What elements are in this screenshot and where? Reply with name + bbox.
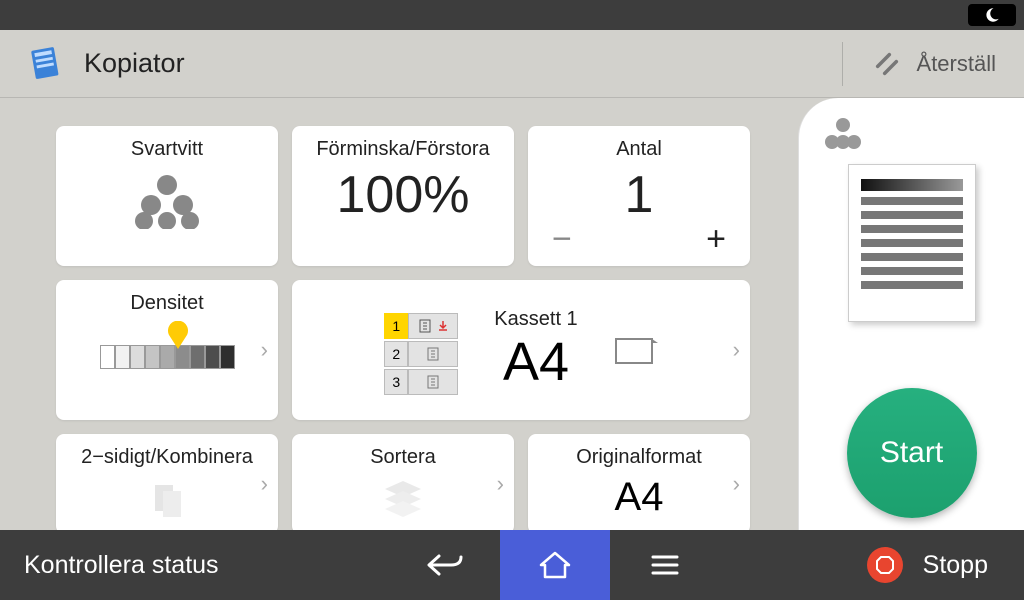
tile-count[interactable]: Antal 1 − + [528, 126, 750, 266]
tile-bw[interactable]: Svartvitt [56, 126, 278, 266]
tile-original[interactable]: Originalformat A4 › [528, 434, 750, 530]
page-title: Kopiator [84, 48, 185, 79]
output-mode-icon[interactable] [821, 116, 865, 154]
reset-icon [873, 50, 901, 78]
tray-slot-3: 3 [384, 369, 464, 395]
stop-icon [867, 547, 903, 583]
copier-icon [22, 41, 68, 87]
start-label: Start [880, 436, 943, 470]
duplex-icon [145, 479, 189, 523]
stop-label: Stopp [923, 551, 988, 580]
tray-slot-num: 2 [384, 341, 408, 367]
tile-sort[interactable]: Sortera › [292, 434, 514, 530]
tray-slot-num: 3 [384, 369, 408, 395]
nav-back-button[interactable] [390, 530, 500, 600]
tile-count-label: Antal [616, 138, 662, 161]
tile-tray-size: A4 [503, 331, 569, 393]
menu-icon [650, 553, 680, 577]
tile-tray[interactable]: 1 2 3 Kassett 1 A4 [292, 280, 750, 420]
bw-dots-icon [132, 173, 202, 229]
tile-original-label: Originalformat [576, 446, 702, 469]
main-area: Svartvitt Förminska/Förstora 100% Antal … [0, 98, 1024, 530]
status-label: Kontrollera status [24, 551, 219, 579]
moon-icon [983, 6, 1001, 24]
tile-density[interactable]: Densitet › [56, 280, 278, 420]
chevron-right-icon: › [733, 337, 740, 363]
tile-original-value: A4 [615, 475, 664, 520]
tray-list: 1 2 3 [384, 313, 464, 395]
tile-scale-value: 100% [337, 165, 470, 225]
stop-button[interactable]: Stopp [867, 547, 1024, 583]
chevron-right-icon: › [733, 471, 740, 497]
nav-group [243, 530, 867, 600]
side-panel: Start [798, 98, 1024, 530]
tile-scale-label: Förminska/Förstora [316, 138, 489, 161]
density-scale [100, 345, 235, 369]
tile-scale[interactable]: Förminska/Förstora 100% [292, 126, 514, 266]
tile-tray-label: Kassett 1 [494, 308, 577, 331]
tiles-grid: Svartvitt Förminska/Förstora 100% Antal … [0, 98, 798, 530]
output-preview [848, 164, 976, 322]
tile-duplex[interactable]: 2−sidigt/Kombinera › [56, 434, 278, 530]
tray-slot-2: 2 [384, 341, 464, 367]
nav-menu-button[interactable] [610, 530, 720, 600]
system-top-bar [0, 0, 1024, 30]
sort-stack-icon [379, 477, 427, 521]
bottom-nav-bar: Kontrollera status Stopp [0, 530, 1024, 600]
tray-load-icon [437, 320, 449, 332]
chevron-right-icon: › [261, 471, 268, 497]
night-mode-button[interactable] [968, 4, 1016, 26]
tray-slot-1: 1 [384, 313, 464, 339]
density-marker-icon [166, 321, 190, 349]
tile-count-value: 1 [625, 165, 654, 225]
divider [842, 42, 843, 86]
tile-bw-label: Svartvitt [131, 138, 203, 161]
start-button[interactable]: Start [847, 388, 977, 518]
count-minus-button[interactable]: − [552, 222, 572, 256]
tray-slot-num: 1 [384, 313, 408, 339]
tile-density-label: Densitet [130, 292, 203, 315]
app-header: Kopiator Återställ [0, 30, 1024, 98]
reset-button[interactable]: Återställ [845, 30, 1024, 97]
paper-orientation-icon [614, 333, 658, 367]
tile-duplex-label: 2−sidigt/Kombinera [81, 446, 253, 469]
back-icon [425, 550, 465, 580]
tray-slot-icon [408, 313, 458, 339]
chevron-right-icon: › [261, 337, 268, 363]
count-plus-button[interactable]: + [706, 222, 726, 256]
check-status-button[interactable]: Kontrollera status [0, 551, 243, 580]
reset-label: Återställ [917, 51, 996, 77]
home-icon [538, 550, 572, 580]
nav-home-button[interactable] [500, 530, 610, 600]
chevron-right-icon: › [497, 471, 504, 497]
tile-sort-label: Sortera [370, 446, 436, 469]
